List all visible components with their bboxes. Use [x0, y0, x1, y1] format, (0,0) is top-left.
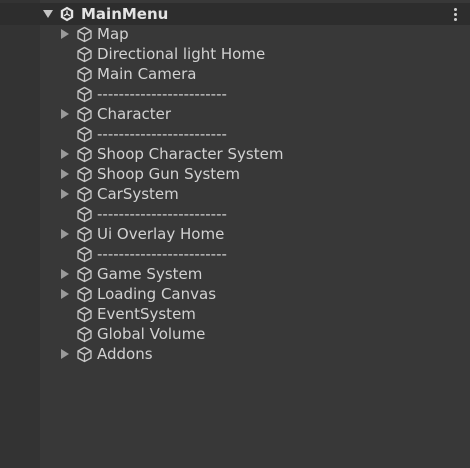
gameobject-cube-icon [77, 206, 92, 223]
gameobject-cube-icon [77, 326, 92, 343]
hierarchy-item[interactable]: Shoop Gun System [0, 164, 470, 184]
hierarchy-item-label: Game System [97, 265, 203, 283]
hierarchy-item-label: Ui Overlay Home [97, 225, 225, 243]
gameobject-cube-icon [77, 146, 92, 163]
hierarchy-item[interactable]: EventSystem [0, 304, 470, 324]
hierarchy-item[interactable]: ------------------------ [0, 244, 470, 264]
expand-arrow-icon[interactable] [61, 229, 69, 239]
hierarchy-item[interactable]: Map [0, 24, 470, 44]
gameobject-cube-icon [77, 26, 92, 43]
hierarchy-item-label: Directional light Home [97, 45, 266, 63]
unity-icon [60, 6, 74, 22]
gameobject-cube-icon [77, 286, 92, 303]
expand-arrow-icon[interactable] [43, 10, 53, 18]
gameobject-cube-icon [77, 166, 92, 183]
hierarchy-item[interactable]: Main Camera [0, 64, 470, 84]
hierarchy-item-label: ------------------------ [97, 85, 227, 103]
gameobject-cube-icon [77, 106, 92, 123]
hierarchy-item-label: Shoop Gun System [97, 165, 241, 183]
hierarchy-item-label: Global Volume [97, 325, 206, 343]
gameobject-cube-icon [77, 66, 92, 83]
hierarchy-item[interactable]: ------------------------ [0, 84, 470, 104]
hierarchy-item[interactable]: ------------------------ [0, 204, 470, 224]
expand-arrow-icon[interactable] [61, 169, 69, 179]
hierarchy-item-label: EventSystem [97, 305, 196, 323]
gameobject-cube-icon [77, 186, 92, 203]
gameobject-cube-icon [77, 86, 92, 103]
gameobject-cube-icon [77, 126, 92, 143]
hierarchy-item[interactable]: Character [0, 104, 470, 124]
scene-header[interactable]: MainMenu [0, 3, 470, 25]
hierarchy-item-label: Character [97, 105, 172, 123]
hierarchy-item-label: ------------------------ [97, 125, 227, 143]
gameobject-cube-icon [77, 226, 92, 243]
expand-arrow-icon[interactable] [61, 189, 69, 199]
hierarchy-item[interactable]: Game System [0, 264, 470, 284]
hierarchy-item[interactable]: ------------------------ [0, 124, 470, 144]
hierarchy-item-label: Addons [97, 345, 153, 363]
hierarchy-item[interactable]: Addons [0, 344, 470, 364]
hierarchy-item-label: Main Camera [97, 65, 197, 83]
hierarchy-window: MainMenu Map Directional light Home Main C… [0, 0, 470, 468]
expand-arrow-icon[interactable] [61, 109, 69, 119]
expand-arrow-icon[interactable] [61, 349, 69, 359]
hierarchy-item[interactable]: CarSystem [0, 184, 470, 204]
expand-arrow-icon[interactable] [61, 269, 69, 279]
hierarchy-item-label: ------------------------ [97, 245, 227, 263]
hierarchy-item-label: ------------------------ [97, 205, 227, 223]
hierarchy-list: Map Directional light Home Main Camera ----… [0, 24, 470, 364]
hierarchy-item-label: Loading Canvas [97, 285, 217, 303]
hierarchy-item-label: Map [97, 25, 129, 43]
gameobject-cube-icon [77, 306, 92, 323]
gameobject-cube-icon [77, 266, 92, 283]
scene-title: MainMenu [81, 5, 169, 23]
hierarchy-item-label: CarSystem [97, 185, 179, 203]
hierarchy-item[interactable]: Shoop Character System [0, 144, 470, 164]
gameobject-cube-icon [77, 46, 92, 63]
gameobject-cube-icon [77, 246, 92, 263]
hierarchy-item[interactable]: Loading Canvas [0, 284, 470, 304]
expand-arrow-icon[interactable] [61, 149, 69, 159]
gameobject-cube-icon [77, 346, 92, 363]
expand-arrow-icon[interactable] [61, 29, 69, 39]
hierarchy-item[interactable]: Ui Overlay Home [0, 224, 470, 244]
hierarchy-item[interactable]: Global Volume [0, 324, 470, 344]
hierarchy-item[interactable]: Directional light Home [0, 44, 470, 64]
kebab-menu-icon[interactable] [448, 5, 462, 23]
expand-arrow-icon[interactable] [61, 289, 69, 299]
hierarchy-item-label: Shoop Character System [97, 145, 284, 163]
